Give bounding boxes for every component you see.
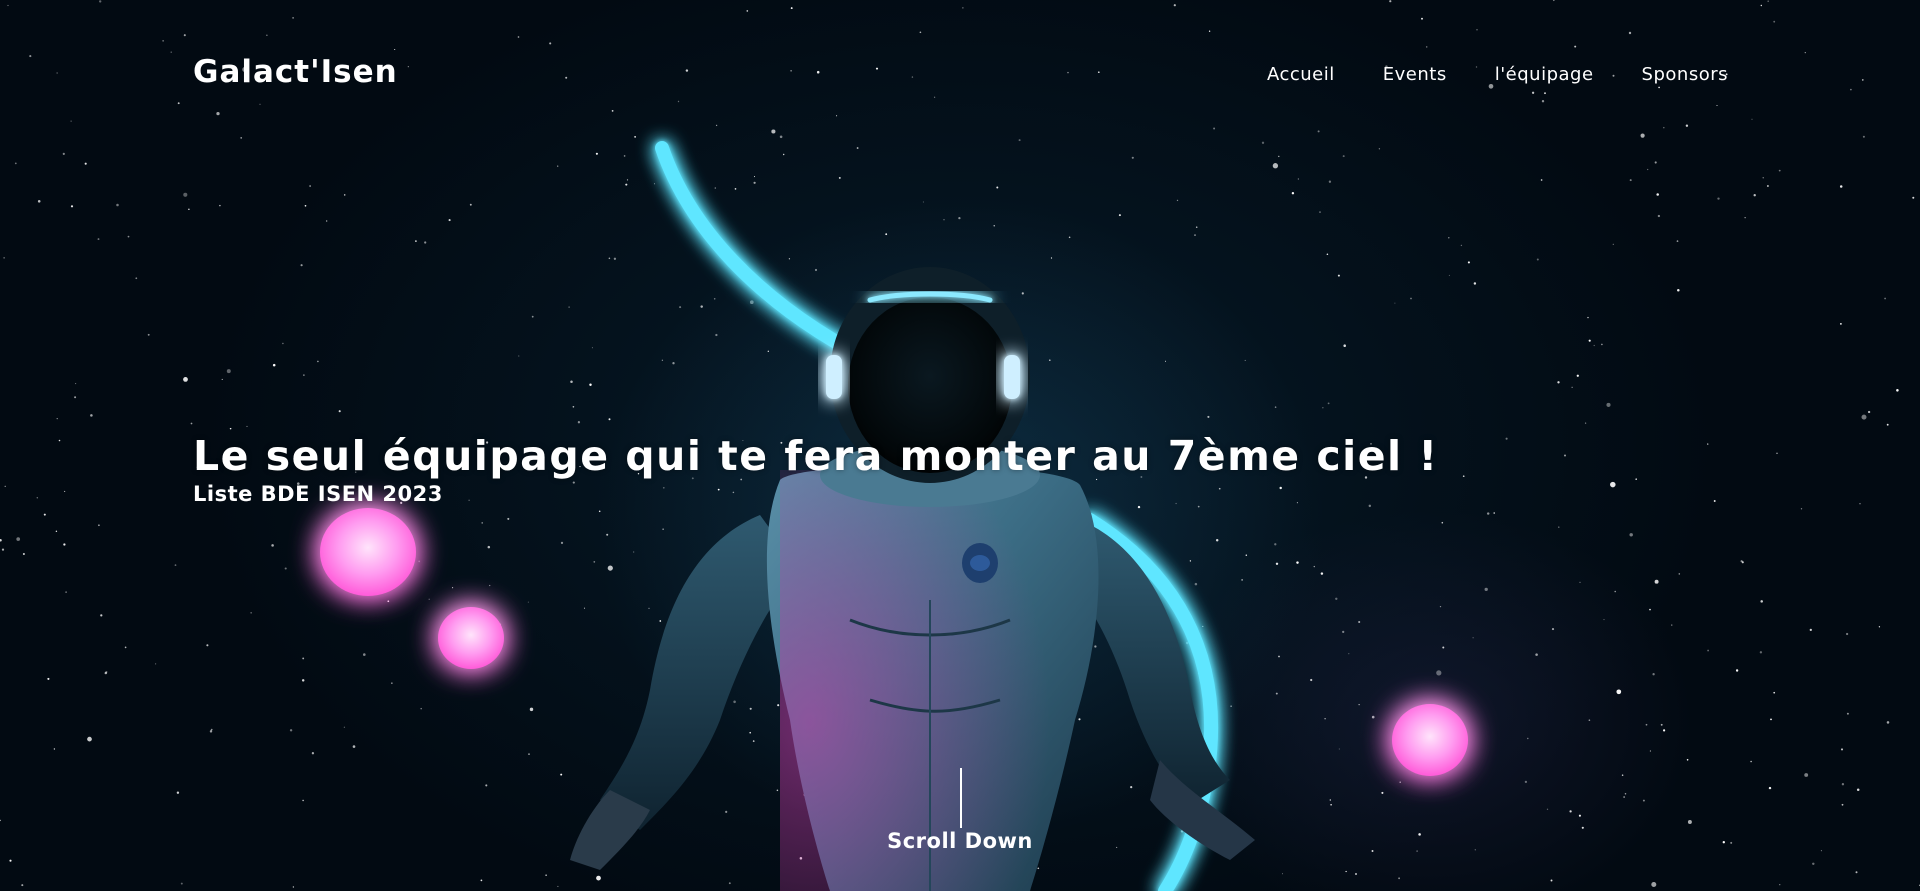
site-header: Galact'Isen Accueil Events l'équipage Sp… <box>0 0 1920 150</box>
nav-link-sponsors[interactable]: Sponsors <box>1642 64 1728 85</box>
nav-link-accueil[interactable]: Accueil <box>1267 64 1335 85</box>
pink-orb-right <box>1392 704 1468 776</box>
hero-section: Galact'Isen Accueil Events l'équipage Sp… <box>0 0 1920 891</box>
hero-subtitle: Liste BDE ISEN 2023 <box>193 482 443 506</box>
nav-link-equipage[interactable]: l'équipage <box>1495 64 1594 85</box>
scroll-indicator-line <box>960 768 962 828</box>
site-logo[interactable]: Galact'Isen <box>193 54 398 90</box>
neon-ring-upper <box>655 141 857 357</box>
pink-orb-large <box>320 508 416 596</box>
scroll-down-button[interactable]: Scroll Down <box>882 829 1038 853</box>
pink-orb-small <box>438 607 504 669</box>
nav-link-events[interactable]: Events <box>1383 64 1447 85</box>
hero-title: Le seul équipage qui te fera monter au 7… <box>193 432 1439 481</box>
main-nav: Accueil Events l'équipage Sponsors <box>1267 64 1728 85</box>
